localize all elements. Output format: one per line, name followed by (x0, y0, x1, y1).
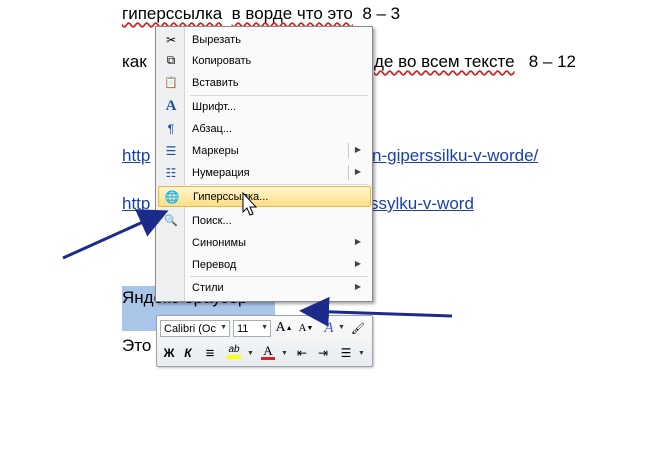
copy-icon: ⧉ (166, 53, 176, 67)
decrease-indent-button[interactable]: ⇤ (293, 344, 311, 362)
italic-button[interactable]: К (179, 344, 197, 362)
font-size-combo[interactable]: 11 ▼ (233, 320, 271, 337)
menu-item-styles[interactable]: Стили ▶ (158, 277, 369, 298)
shrink-font-icon: A (298, 322, 307, 334)
hyperlink-icon: 🌐 (164, 189, 180, 204)
font-size-value: 11 (237, 322, 249, 335)
styles-dropdown-icon[interactable]: ▼ (338, 324, 345, 331)
submenu-arrow-icon: ▶ (354, 145, 361, 154)
submenu-arrow-icon: ▶ (354, 282, 361, 291)
menu-item-label: Маркеры (192, 144, 239, 157)
search-icon: 🔍 (164, 215, 178, 227)
menu-item-numbering[interactable]: ☷ Нумерация ▶ (158, 162, 369, 183)
chevron-down-icon[interactable]: ▼ (261, 324, 268, 331)
bold-button[interactable]: Ж (160, 344, 178, 362)
center-button[interactable]: ≡ (201, 344, 219, 362)
font-icon: A (165, 98, 177, 114)
highlight-button[interactable]: ab (225, 343, 243, 361)
bullets-icon: ☰ (340, 346, 352, 360)
submenu-arrow-icon: ▶ (354, 167, 361, 176)
translate-icon-slot (158, 254, 184, 275)
font-name-combo[interactable]: Calibri (Ос ▼ (160, 320, 230, 337)
menu-item-label: Вырезать (192, 33, 241, 46)
menu-item-label: Шрифт... (192, 100, 237, 113)
doc-link-2-start[interactable]: http (122, 194, 150, 214)
bullets-dropdown-icon[interactable]: ▼ (358, 350, 365, 357)
submenu-arrow-icon: ▶ (354, 259, 361, 268)
mini-toolbar: Calibri (Ос ▼ 11 ▼ A ▲ A ▼ A ▼ 🖌 Ж К ≡ ab … (156, 315, 373, 367)
doc-line2-suffix: де во всем тексте (374, 52, 515, 71)
doc-line-2: как (122, 52, 147, 72)
doc-link-2-end[interactable]: ssylku-v-word (370, 194, 474, 214)
grow-font-icon: A (275, 320, 286, 335)
caret-up-icon: ▲ (285, 324, 293, 332)
font-name-value: Calibri (Ос (164, 322, 216, 335)
synonyms-icon-slot (158, 232, 184, 253)
doc-line2-prefix: как (122, 52, 147, 71)
font-color-bar (261, 356, 275, 360)
bold-icon: Ж (163, 346, 175, 360)
menu-item-label: Вставить (192, 76, 239, 89)
context-menu: ✂ Вырезать ⧉ Копировать 📋 Вставить A Шри… (155, 26, 373, 302)
decrease-indent-icon: ⇤ (296, 346, 308, 360)
shrink-font-button[interactable]: A ▼ (297, 319, 315, 337)
styles-button[interactable]: A (320, 319, 338, 337)
menu-separator (190, 184, 368, 185)
format-painter-button[interactable]: 🖌 (349, 319, 367, 337)
menu-item-label: Гиперссылка... (193, 190, 269, 203)
paste-icon: 📋 (164, 77, 178, 89)
menu-item-label: Абзац... (192, 122, 233, 135)
menu-item-paste[interactable]: 📋 Вставить (158, 72, 369, 93)
increase-indent-button[interactable]: ⇥ (314, 344, 332, 362)
styles-icon-slot (158, 277, 184, 298)
menu-item-copy[interactable]: ⧉ Копировать (158, 50, 369, 71)
doc-line-2-right: де во всем тексте 8 – 12 (374, 52, 576, 72)
submenu-divider (348, 143, 349, 158)
menu-item-font[interactable]: A Шрифт... (158, 96, 369, 117)
styles-icon: A (324, 319, 334, 336)
doc-link-1-start[interactable]: http (122, 146, 150, 166)
menu-item-label: Синонимы (192, 236, 246, 249)
doc-line-5-prefix: Это (122, 336, 152, 355)
highlight-dropdown-icon[interactable]: ▼ (247, 350, 254, 357)
menu-item-cut[interactable]: ✂ Вырезать (158, 29, 369, 50)
submenu-divider (348, 165, 349, 180)
highlight-color-bar (227, 355, 241, 359)
submenu-arrow-icon: ▶ (354, 237, 361, 246)
chevron-down-icon[interactable]: ▼ (220, 324, 227, 331)
caret-down-icon: ▼ (306, 324, 314, 332)
menu-item-translate[interactable]: Перевод ▶ (158, 254, 369, 275)
menu-item-bullets[interactable]: ☰ Маркеры ▶ (158, 140, 369, 161)
bullets-icon: ☰ (165, 143, 177, 158)
doc-line2-count: 8 – 12 (528, 52, 576, 71)
menu-item-synonyms[interactable]: Синонимы ▶ (158, 232, 369, 253)
doc-phrase: в ворде что это (231, 4, 353, 23)
menu-item-label: Перевод (192, 258, 237, 271)
menu-item-label: Нумерация (192, 166, 250, 179)
align-center-icon: ≡ (205, 344, 215, 362)
menu-item-label: Поиск... (192, 214, 232, 227)
menu-item-search[interactable]: 🔍 Поиск... (158, 210, 369, 231)
numbering-icon: ☷ (165, 165, 177, 180)
scissors-icon: ✂ (165, 32, 177, 47)
doc-line-1: гиперссылка в ворде что это 8 – 3 (122, 4, 400, 24)
increase-indent-icon: ⇥ (317, 346, 329, 360)
annotation-arrow-to-hyperlink (62, 209, 169, 260)
format-painter-icon: 🖌 (351, 322, 365, 335)
menu-item-label: Стили (192, 281, 224, 294)
font-color-icon: A (263, 342, 273, 358)
menu-item-hyperlink[interactable]: 🌐 Гиперссылка... (158, 186, 371, 207)
doc-word-hyperlink: гиперссылка (122, 4, 223, 23)
paragraph-icon: ¶ (167, 121, 175, 136)
menu-item-paragraph[interactable]: ¶ Абзац... (158, 118, 369, 139)
doc-count: 8 – 3 (362, 4, 401, 23)
grow-font-button[interactable]: A ▲ (275, 319, 293, 337)
font-color-dropdown-icon[interactable]: ▼ (281, 350, 288, 357)
italic-icon: К (184, 346, 192, 360)
bullets-button[interactable]: ☰ (337, 344, 355, 362)
font-color-button[interactable]: A (259, 343, 277, 361)
menu-item-label: Копировать (192, 54, 252, 67)
doc-link-1-end[interactable]: n-giperssilku-v-worde/ (372, 146, 538, 166)
highlight-icon: ab (228, 344, 240, 355)
